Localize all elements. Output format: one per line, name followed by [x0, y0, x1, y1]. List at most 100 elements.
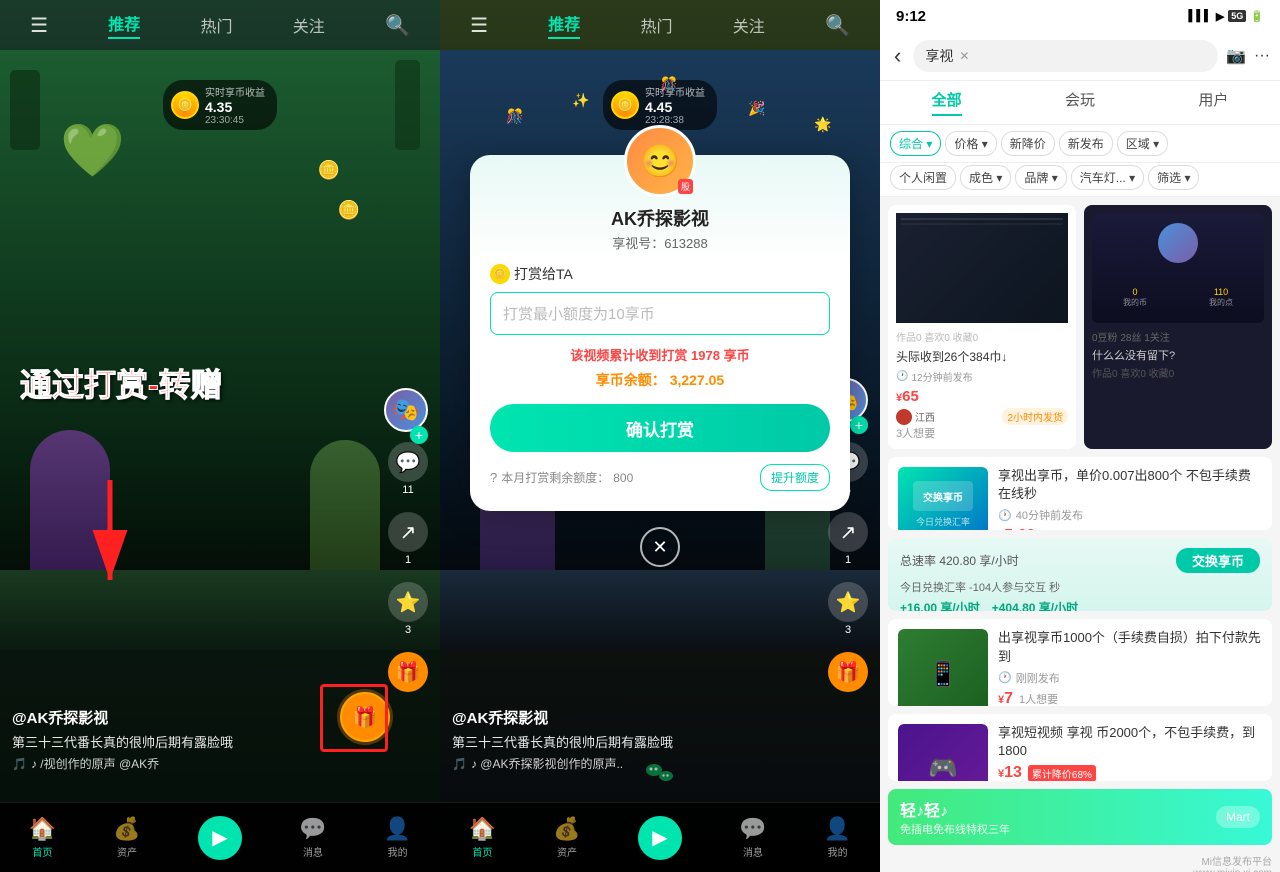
promo-banner[interactable]: 轻♪轻♪ 免插电免布线特权三年 Mart	[888, 789, 1272, 845]
music-note-icon: 🎵	[12, 757, 27, 771]
p5-info: 享视短视频 享视 币2000个，不包手续费，到1800 ¥13 累计降价68% …	[998, 724, 1262, 771]
reward-btn-right[interactable]: 🎁	[388, 652, 428, 692]
p1-meta: 🕐 12分钟前发布	[896, 369, 1068, 384]
p4-price: ¥7	[998, 690, 1013, 706]
search-icon[interactable]: 🔍	[385, 13, 410, 38]
back-button[interactable]: ‹	[890, 43, 905, 69]
assets-label: 资产	[117, 844, 137, 859]
middle-menu-icon[interactable]: ☰	[470, 13, 488, 38]
time-display: 9:12	[896, 8, 926, 25]
dialog-user-id: 享视号：613288	[490, 233, 830, 252]
product-card-4[interactable]: 📱 出享视享币1000个（手续费自损）拍下付款先到 🕐 刚刚发布 ¥7 1人想要	[888, 619, 1272, 705]
middle-share-icon: ↗	[828, 512, 868, 552]
messages-label: 消息	[303, 844, 323, 859]
middle-nav-hot[interactable]: 热门	[641, 13, 673, 37]
p1-footer: 江西 2小时内发货	[896, 408, 1068, 425]
middle-nav-mine[interactable]: 👤 我的	[824, 816, 851, 859]
dialog-close-button[interactable]: ✕	[640, 527, 680, 567]
middle-bottom-nav: 🏠 首页 💰 资产 ▶ 💬 消息 👤 我的	[440, 802, 880, 872]
middle-play-btn[interactable]: ▶	[638, 816, 682, 860]
mart-label[interactable]: Mart	[1216, 806, 1260, 828]
p1-price: ¥65	[896, 388, 1068, 405]
filter-brand[interactable]: 品牌 ▾	[1015, 165, 1066, 190]
middle-reward-btn[interactable]: 🎁	[828, 652, 868, 692]
wechat-icon[interactable]	[644, 757, 676, 797]
clock-icon-4: 🕐	[998, 671, 1012, 684]
middle-coin-icon: 🪙	[611, 91, 639, 119]
nav-messages[interactable]: 💬 消息	[299, 816, 326, 859]
tab-users[interactable]: 用户	[1198, 89, 1228, 116]
nav-assets[interactable]: 💰 资产	[113, 816, 140, 859]
filter-new-low[interactable]: 新降价	[1001, 131, 1055, 156]
question-icon: ?	[490, 470, 497, 485]
tab-all[interactable]: 全部	[932, 89, 962, 116]
middle-share-btn[interactable]: ↗ 1	[828, 512, 868, 566]
tip-input[interactable]: 打赏最小额度为10享币	[490, 292, 830, 335]
nav-mine[interactable]: 👤 我的	[384, 816, 411, 859]
comment-btn[interactable]: 💬 11	[388, 442, 428, 496]
filter-region[interactable]: 区域 ▾	[1117, 131, 1168, 156]
more-options-icon[interactable]: ···	[1254, 47, 1270, 65]
p2-desc: 什么么没有留下?	[1092, 347, 1264, 363]
share-btn[interactable]: ↗ 1	[388, 512, 428, 566]
tab-play[interactable]: 会玩	[1065, 89, 1095, 116]
share-icon: ↗	[388, 512, 428, 552]
upgrade-button[interactable]: 提升额度	[760, 464, 830, 491]
nav-recommend[interactable]: 推荐	[108, 11, 140, 39]
avatar-follow-btn[interactable]: +	[410, 426, 428, 444]
search-input-wrap[interactable]: 享视 ✕	[913, 40, 1218, 72]
middle-avatar-follow[interactable]: +	[850, 416, 868, 434]
product-card-2[interactable]: 0 我的币 110 我的点 0豆粉 28丝 1关注 什么么没有留下? 作品0 喜…	[1084, 205, 1272, 449]
p1-ship: 2小时内发货	[1002, 408, 1068, 425]
middle-nav-assets[interactable]: 💰 资产	[553, 816, 580, 859]
tip-label: 🪙 打赏给TA	[490, 264, 830, 284]
filter-car-lights[interactable]: 汽车灯... ▾	[1071, 165, 1144, 190]
camera-icon[interactable]: 📷	[1226, 46, 1246, 66]
middle-nav-recommend[interactable]: 推荐	[548, 11, 580, 39]
tip-accumulated: 该视频累计收到打赏 1978 享币	[490, 345, 830, 364]
play-btn[interactable]: ▶	[198, 816, 242, 860]
nav-home[interactable]: 🏠 首页	[29, 816, 56, 859]
share-count: 1	[405, 554, 411, 566]
product-card-5[interactable]: 🎮 享视短视频 享视 币2000个，不包手续费，到1800 ¥13 累计降价68…	[888, 714, 1272, 781]
filter-new-post[interactable]: 新发布	[1059, 131, 1113, 156]
filter-screen[interactable]: 筛选 ▾	[1148, 165, 1199, 190]
menu-icon[interactable]: ☰	[30, 13, 48, 38]
product-card-3[interactable]: 交换享币 今日兑换汇率 -104人参与 享视出享币，单价0.007出800个 不…	[888, 457, 1272, 530]
middle-nav-messages[interactable]: 💬 消息	[739, 816, 766, 859]
network-type: 5G	[1228, 10, 1246, 22]
p4-price-row: ¥7 1人想要	[998, 690, 1262, 706]
battery-icon: 🔋	[1250, 10, 1264, 23]
action-buttons: 💬 11 ↗ 1 ⭐ 3 🎁	[388, 442, 428, 692]
middle-messages-label: 消息	[743, 844, 763, 859]
p3-title: 享视出享币，单价0.007出800个 不包手续费在线秒	[998, 467, 1262, 503]
floating-coin-2: 🪙	[318, 160, 340, 181]
middle-search-icon[interactable]: 🔍	[825, 13, 850, 38]
red-box-highlight	[320, 684, 388, 752]
exchange-btn[interactable]: 交换享币	[1176, 548, 1260, 573]
middle-nav-home[interactable]: 🏠 首页	[469, 816, 496, 859]
middle-nav-follow[interactable]: 关注	[733, 13, 765, 37]
nav-follow[interactable]: 关注	[293, 13, 325, 37]
product-image-4: 📱	[898, 629, 988, 705]
star-btn[interactable]: ⭐ 3	[388, 582, 428, 636]
tip-footer: ? 本月打赏剩余额度： 800 提升额度	[490, 464, 830, 491]
middle-star-btn[interactable]: ⭐ 3	[828, 582, 868, 636]
search-clear-icon[interactable]: ✕	[959, 49, 969, 63]
middle-video-music: 🎵 ♪ @AK乔探影视创作的原声..	[452, 755, 820, 772]
middle-nav-play[interactable]: ▶	[638, 816, 682, 860]
filter-condition[interactable]: 成色 ▾	[960, 165, 1011, 190]
p4-meta: 🕐 刚刚发布	[998, 670, 1262, 686]
filter-price[interactable]: 价格 ▾	[945, 131, 996, 156]
home-icon: 🏠	[29, 816, 56, 842]
confirm-tip-button[interactable]: 确认打赏	[490, 404, 830, 452]
filter-comprehensive[interactable]: 综合 ▾	[890, 131, 941, 156]
filter-personal[interactable]: 个人闲置	[890, 165, 956, 190]
promo-title: 轻♪轻♪	[900, 797, 1010, 821]
mine-label: 我的	[388, 844, 408, 859]
earnings-banner: 总速率 420.80 享/小时 交换享币 今日兑换汇率 -104人参与交互 秒 …	[888, 538, 1272, 612]
nav-hot[interactable]: 热门	[201, 13, 233, 37]
nav-play[interactable]: ▶	[198, 816, 242, 860]
product-card-1[interactable]: 作品0 喜欢0 收藏0 头际收到26个384巾↓ 🕐 12分钟前发布 ¥65 江…	[888, 205, 1076, 449]
middle-assets-icon: 💰	[553, 816, 580, 842]
